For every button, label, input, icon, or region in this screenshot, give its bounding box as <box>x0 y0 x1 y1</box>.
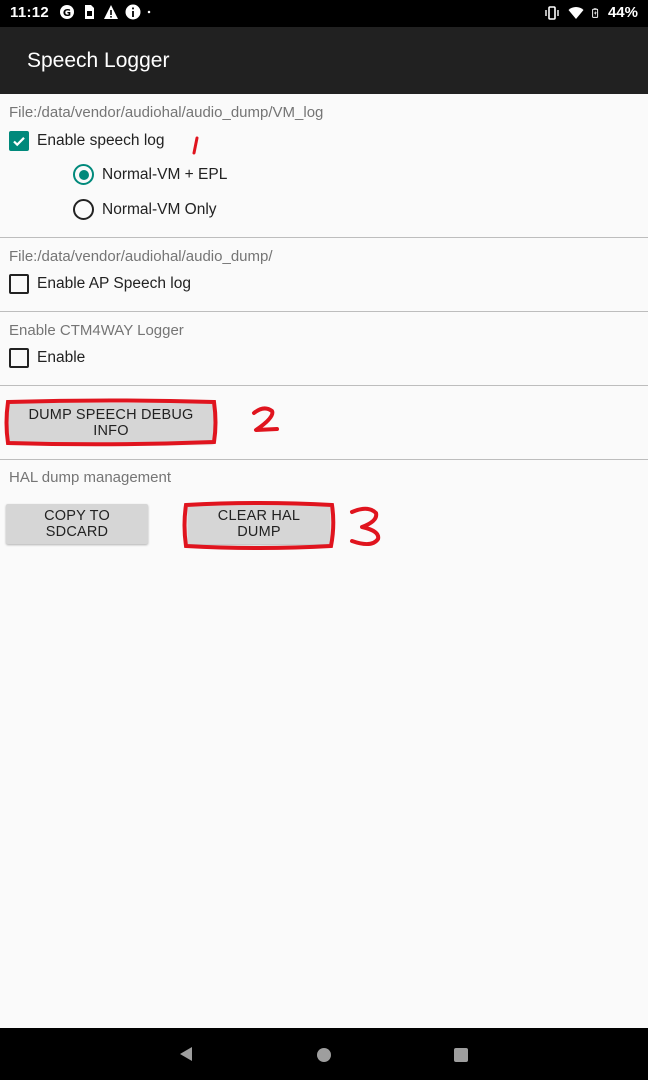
status-icons-right: 44% <box>544 4 638 21</box>
enable-ap-speech-log-label: Enable AP Speech log <box>37 275 191 292</box>
divider <box>0 385 648 386</box>
divider <box>0 237 648 238</box>
enable-ctm-row[interactable]: Enable <box>9 348 85 368</box>
settings-content: File:/data/vendor/audiohal/audio_dump/VM… <box>0 94 648 1028</box>
vibrate-icon <box>545 5 559 20</box>
enable-ap-speech-log-row[interactable]: Enable AP Speech log <box>9 274 191 294</box>
ctm-section-label: Enable CTM4WAY Logger <box>9 322 184 339</box>
vm-log-path-label: File:/data/vendor/audiohal/audio_dump/VM… <box>9 104 324 121</box>
battery-percent: 44% <box>607 4 638 21</box>
home-icon[interactable] <box>317 1048 331 1062</box>
status-time: 11:12 <box>10 4 50 21</box>
battery-icon <box>592 7 599 18</box>
radio-button-selected[interactable] <box>73 164 94 185</box>
radio-normal-vm-only-label: Normal-VM Only <box>102 200 217 218</box>
back-icon[interactable] <box>178 1046 194 1062</box>
enable-ap-speech-log-checkbox[interactable] <box>9 274 29 294</box>
navigation-bar <box>0 1028 648 1080</box>
enable-ctm-checkbox[interactable] <box>9 348 29 368</box>
enable-speech-log-label: Enable speech log <box>37 132 165 149</box>
ap-log-path-label: File:/data/vendor/audiohal/audio_dump/ <box>9 248 273 265</box>
sim-icon <box>85 5 94 19</box>
wifi-icon <box>568 6 584 19</box>
app-title: Speech Logger <box>27 49 170 72</box>
clear-hal-dump-button[interactable]: CLEAR HAL DUMP <box>188 504 330 544</box>
enable-ctm-label: Enable <box>37 349 86 366</box>
warning-icon <box>104 5 118 19</box>
status-bar: 11:12 G 44% <box>0 0 648 27</box>
info-icon <box>125 4 141 20</box>
dump-speech-debug-info-button[interactable]: DUMP SPEECH DEBUG INFO <box>8 403 214 443</box>
check-icon <box>13 137 25 147</box>
hal-section-label: HAL dump management <box>9 469 172 486</box>
divider <box>0 311 648 312</box>
divider <box>0 459 648 460</box>
status-icons-left: G <box>59 4 155 20</box>
radio-button-unselected[interactable] <box>73 199 94 220</box>
radio-normal-vm-only[interactable]: Normal-VM Only <box>73 199 217 220</box>
app-bar: Speech Logger <box>0 27 648 94</box>
copy-to-sdcard-button[interactable]: COPY TO SDCARD <box>6 504 148 544</box>
radio-normal-vm-epl[interactable]: Normal-VM + EPL <box>73 164 227 185</box>
sync-icon: G <box>60 5 74 19</box>
recent-apps-icon[interactable] <box>454 1048 468 1062</box>
enable-speech-log-checkbox[interactable] <box>9 131 29 151</box>
radio-normal-vm-epl-label: Normal-VM + EPL <box>102 165 228 183</box>
enable-speech-log-row[interactable]: Enable speech log <box>9 131 165 151</box>
dot-icon <box>147 10 151 14</box>
svg-text:G: G <box>63 8 71 19</box>
